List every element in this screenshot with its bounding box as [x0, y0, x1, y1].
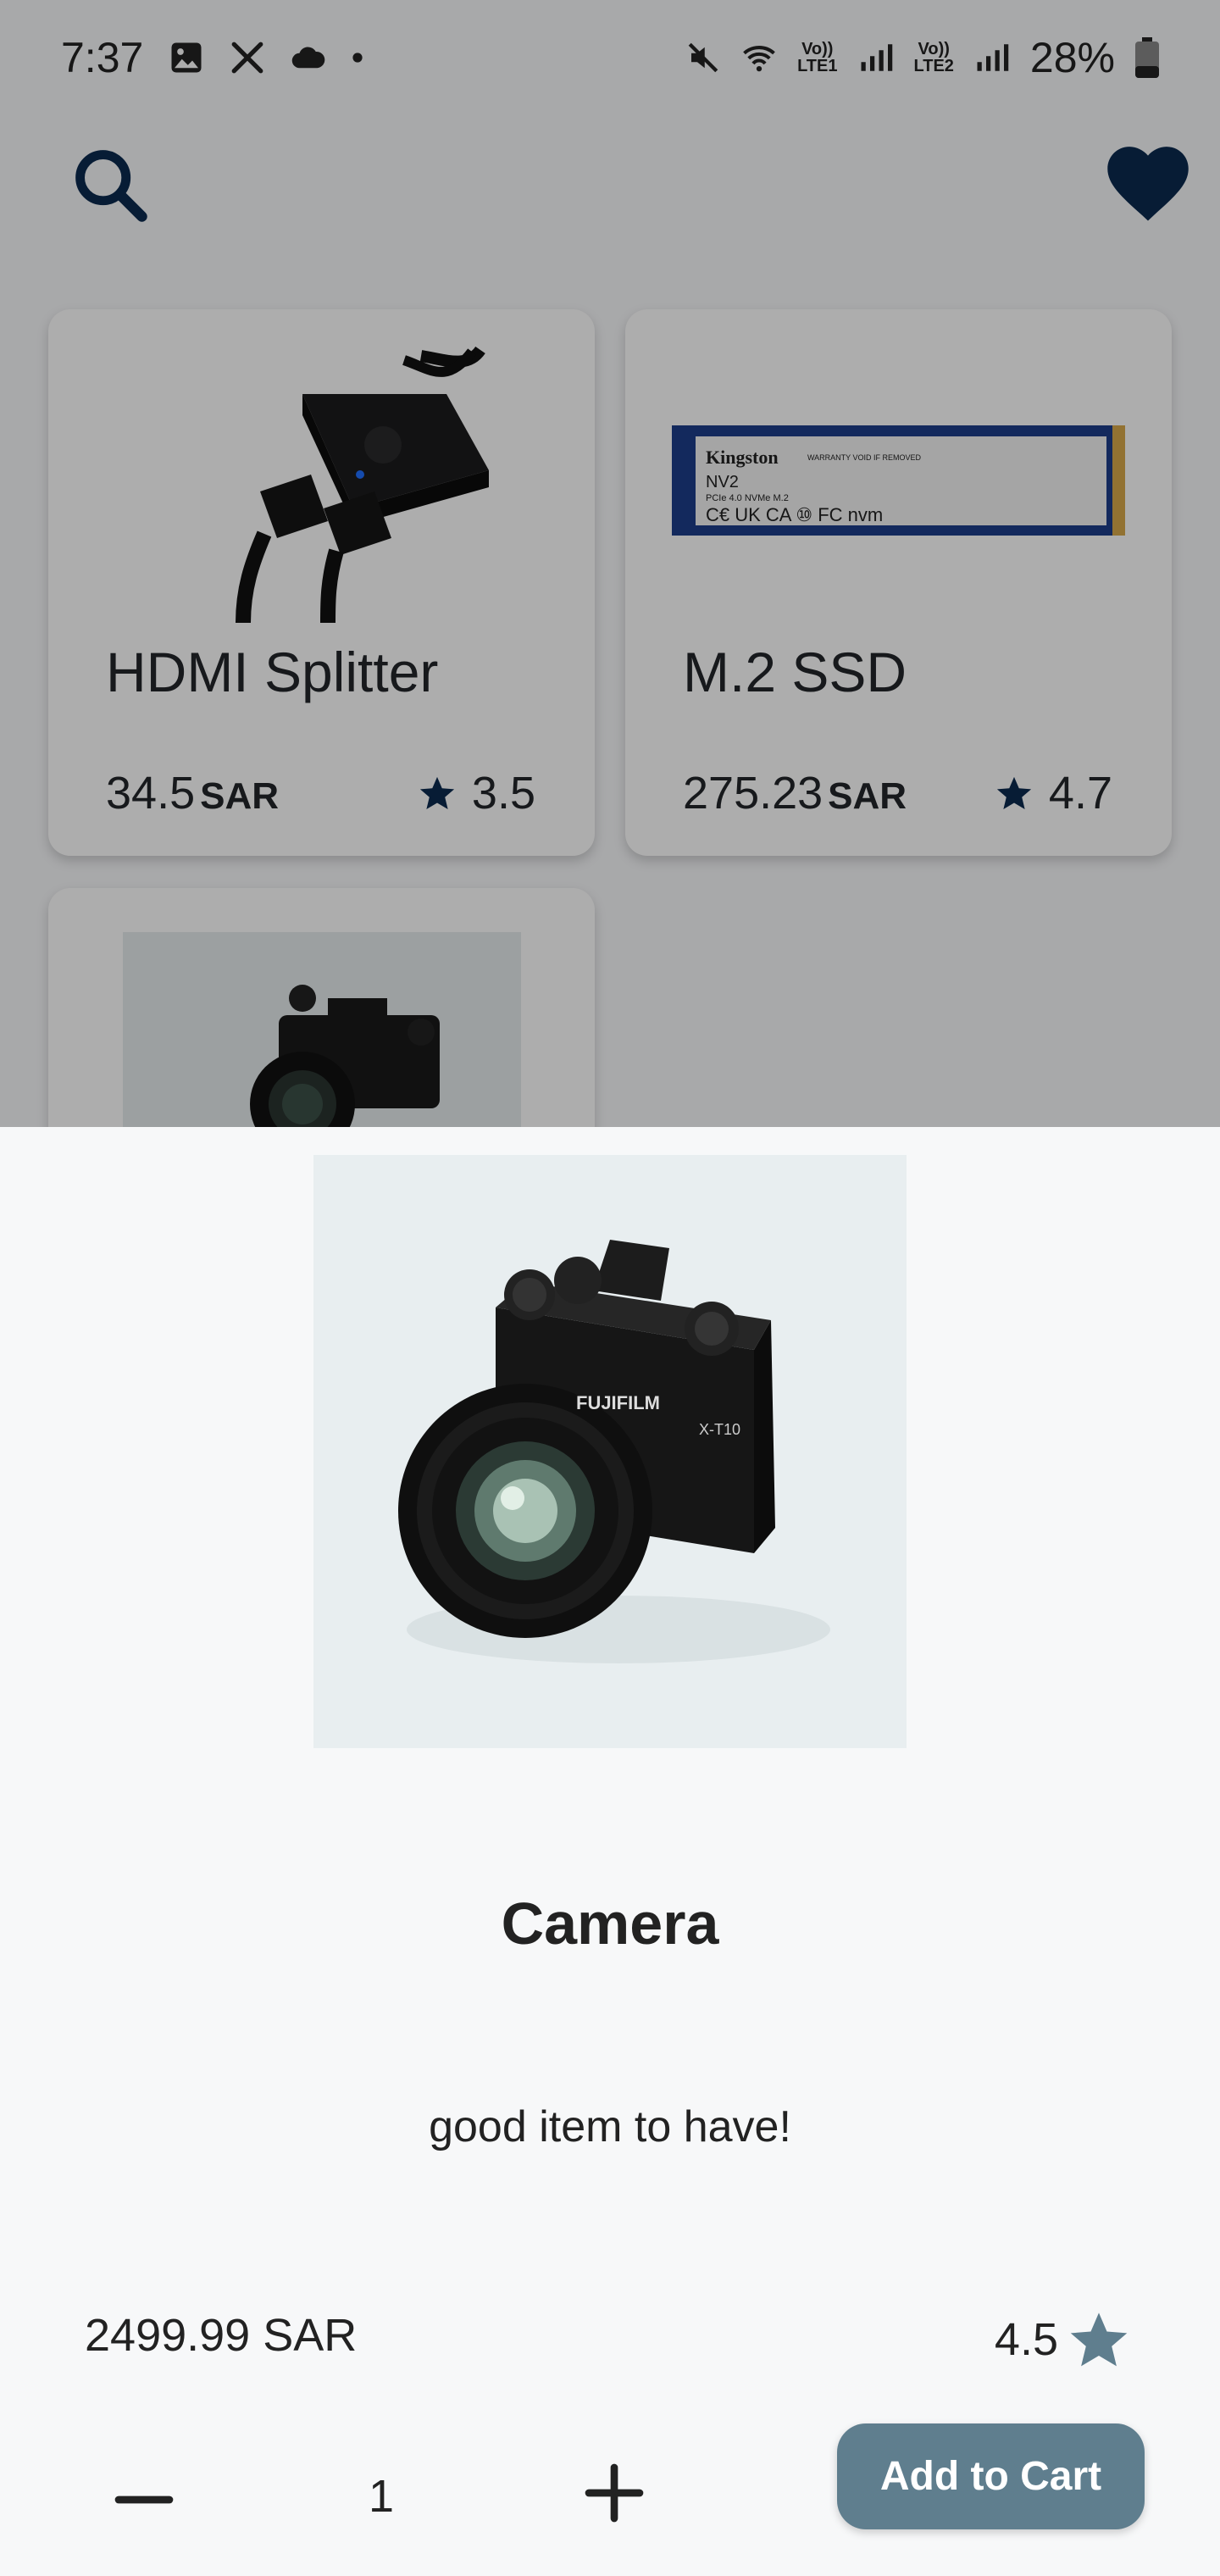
- product-detail-price: 2499.99 SAR: [85, 2310, 358, 2361]
- svg-text:FUJIFILM: FUJIFILM: [576, 1392, 660, 1413]
- decrease-quantity-button[interactable]: [110, 2466, 178, 2534]
- increase-quantity-button[interactable]: [580, 2459, 648, 2527]
- quantity-value: 1: [368, 2471, 395, 2522]
- product-detail-rating: 4.5: [995, 2307, 1131, 2372]
- product-detail-image: FUJIFILM X-T10: [313, 1155, 907, 1748]
- svg-text:X-T10: X-T10: [699, 1421, 740, 1438]
- star-icon: [1070, 2312, 1128, 2367]
- product-grid-screen: 7:37 Vo)) LTE1 Vo)) LTE2 28% HDMI Splitt…: [0, 0, 1220, 1127]
- camera-photo: FUJIFILM X-T10: [313, 1155, 907, 1748]
- product-detail-sheet: FUJIFILM X-T10 Camera good item to have!…: [0, 1127, 1220, 2576]
- product-detail-description: good item to have!: [429, 2102, 791, 2151]
- add-to-cart-button[interactable]: Add to Cart: [837, 2423, 1145, 2529]
- modal-scrim[interactable]: [0, 0, 1220, 1127]
- product-detail-title: Camera: [501, 1890, 719, 1957]
